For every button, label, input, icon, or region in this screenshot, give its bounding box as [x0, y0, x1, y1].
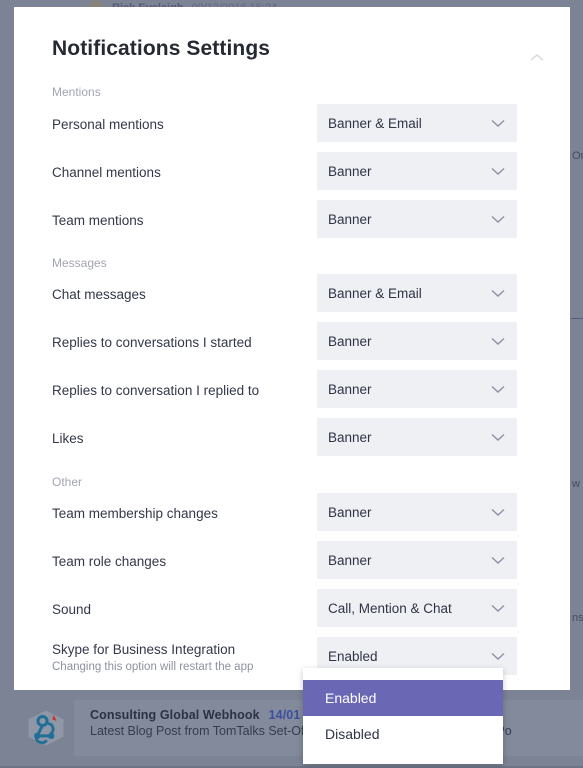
- chevron-down-icon: [489, 284, 507, 302]
- row-label-personal-mentions: Personal mentions: [52, 117, 164, 132]
- dropdown-value: Banner: [328, 429, 372, 445]
- chevron-down-icon: [489, 114, 507, 132]
- dropdown-chat-messages[interactable]: Banner & Email: [317, 274, 517, 312]
- row-sublabel-skype-integration: Changing this option will restart the ap…: [52, 661, 254, 673]
- row-label-team-membership-changes: Team membership changes: [52, 506, 218, 521]
- dropdown-sound[interactable]: Call, Mention & Chat: [317, 589, 517, 627]
- dropdown-replies-replied[interactable]: Banner: [317, 370, 517, 408]
- dropdown-value: Call, Mention & Chat: [328, 600, 452, 616]
- dropdown-likes[interactable]: Banner: [317, 418, 517, 456]
- dropdown-replies-started[interactable]: Banner: [317, 322, 517, 360]
- group-label-mentions: Mentions: [52, 85, 101, 99]
- webhook-connector-icon: [18, 700, 74, 756]
- notification-subtitle-text: Latest Blog Post from TomTalks Set-Offic…: [90, 724, 333, 738]
- chevron-down-icon: [489, 380, 507, 398]
- dropdown-value: Banner: [328, 381, 372, 397]
- background-text-fragment: Or: [572, 150, 583, 162]
- group-label-other: Other: [52, 475, 83, 489]
- chevron-down-icon: [489, 428, 507, 446]
- background-divider: [571, 318, 583, 319]
- row-label-channel-mentions: Channel mentions: [52, 165, 161, 180]
- background-text-fragment: ns: [572, 612, 583, 624]
- dropdown-value: Banner: [328, 504, 372, 520]
- chevron-down-icon: [489, 551, 507, 569]
- row-label-skype-integration: Skype for Business Integration: [52, 642, 236, 657]
- dropdown-value: Banner: [328, 211, 372, 227]
- dropdown-personal-mentions[interactable]: Banner & Email: [317, 104, 517, 142]
- dropdown-option-enabled[interactable]: Enabled: [303, 680, 503, 716]
- notifications-settings-dialog: Notifications Settings Mentions Personal…: [14, 7, 570, 690]
- row-label-replies-replied: Replies to conversation I replied to: [52, 383, 260, 398]
- group-label-messages: Messages: [52, 256, 107, 270]
- row-label-sound: Sound: [52, 602, 92, 617]
- chevron-down-icon: [489, 599, 507, 617]
- dropdown-team-role-changes[interactable]: Banner: [317, 541, 517, 579]
- dropdown-value: Enabled: [328, 648, 378, 664]
- dropdown-option-disabled[interactable]: Disabled: [303, 716, 503, 752]
- dropdown-value: Banner: [328, 552, 372, 568]
- row-label-chat-messages: Chat messages: [52, 287, 146, 302]
- row-label-team-role-changes: Team role changes: [52, 554, 167, 569]
- dropdown-team-membership-changes[interactable]: Banner: [317, 493, 517, 531]
- settings-list: Mentions Personal mentions Banner & Emai…: [14, 75, 570, 690]
- notification-title: Consulting Global Webhook: [90, 708, 260, 722]
- chevron-up-icon[interactable]: [526, 47, 548, 69]
- background-text-fragment: w: [572, 478, 580, 490]
- chevron-down-icon: [489, 162, 507, 180]
- chevron-down-icon: [489, 647, 507, 665]
- dropdown-value: Banner: [328, 163, 372, 179]
- row-label-likes: Likes: [52, 431, 84, 446]
- dropdown-menu-skype-integration[interactable]: Enabled Disabled: [303, 668, 503, 764]
- dropdown-channel-mentions[interactable]: Banner: [317, 152, 517, 190]
- chevron-down-icon: [489, 332, 507, 350]
- dropdown-value: Banner & Email: [328, 285, 422, 301]
- row-label-replies-started: Replies to conversations I started: [52, 335, 252, 350]
- row-label-team-mentions: Team mentions: [52, 213, 144, 228]
- chevron-down-icon: [489, 210, 507, 228]
- dropdown-team-mentions[interactable]: Banner: [317, 200, 517, 238]
- page-title: Notifications Settings: [52, 37, 271, 60]
- dropdown-value: Banner & Email: [328, 115, 422, 131]
- dropdown-value: Banner: [328, 333, 372, 349]
- chevron-down-icon: [489, 503, 507, 521]
